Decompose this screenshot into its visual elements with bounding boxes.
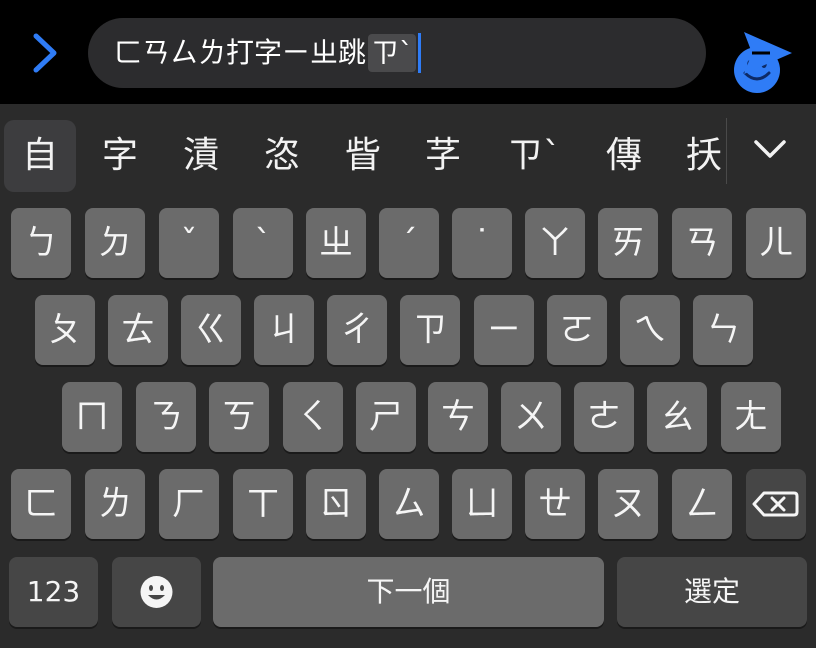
candidate-bar: 自 字 漬 恣 眥 芓 ㄗˋ 傳 扷 [0,104,816,200]
key[interactable]: ㄜ [574,382,634,452]
key[interactable]: ㄈ [11,469,71,539]
key[interactable]: ㄙ [379,469,439,539]
key[interactable]: ˊ [379,208,439,278]
backspace-icon [752,491,799,517]
chevron-down-icon [754,140,786,158]
next-space-key[interactable]: 下一個 [213,557,604,627]
key[interactable]: ㄘ [428,382,488,452]
key[interactable]: ㄉ [85,208,145,278]
numbers-key[interactable]: 123 [9,557,98,627]
candidate-item[interactable]: 漬 [165,120,237,192]
key[interactable]: ㄔ [327,295,387,365]
typed-text: ㄈㄢㄙㄌ打字ㄧㄓ跳 [114,36,367,69]
more-candidates-button[interactable] [748,132,792,168]
key[interactable]: ㄆ [35,295,95,365]
key[interactable]: ㄐ [254,295,314,365]
message-text-field[interactable]: ㄈㄢㄙㄌ打字ㄧㄓ跳 ㄗˋ [88,18,780,93]
key[interactable]: ㄤ [721,382,781,452]
key[interactable]: ㄝ [525,469,585,539]
key[interactable]: ㄨ [501,382,561,452]
key[interactable]: ㄞ [598,208,658,278]
key[interactable]: ㄠ [647,382,707,452]
candidate-item[interactable]: ㄗˋ [498,120,570,192]
candidate-item[interactable]: 自 [4,120,76,192]
key[interactable]: ㄥ [672,469,732,539]
composing-text: ㄗˋ [368,34,417,72]
key[interactable]: ㄧ [474,295,534,365]
key[interactable]: ㄌ [85,469,145,539]
zhuyin-keyboard: ㄅ ㄉ ˇ ˋ ㄓ ˊ ˙ ㄚ ㄞ ㄢ ㄦ ㄆ ㄊ ㄍ ㄐ ㄔ ㄗ ㄧ ㄛ ㄟ … [0,200,816,648]
typed-text-line: ㄈㄢㄙㄌ打字ㄧㄓ跳 ㄗˋ [114,33,422,73]
candidate-divider [726,118,727,184]
key[interactable]: ㄎ [209,382,269,452]
candidate-item[interactable]: 字 [84,120,156,192]
candidate-item[interactable]: 眥 [327,120,399,192]
key[interactable]: ㄦ [746,208,806,278]
key[interactable]: ㄇ [62,382,122,452]
key[interactable]: ㄚ [525,208,585,278]
candidate-item[interactable]: 傳 [588,120,660,192]
send-button[interactable] [740,28,796,78]
delete-key[interactable] [746,469,806,539]
candidate-item[interactable]: 芓 [407,120,479,192]
key[interactable]: ㄕ [356,382,416,452]
key[interactable]: ㄛ [547,295,607,365]
emoji-icon [140,576,173,608]
key[interactable]: ㄡ [598,469,658,539]
key[interactable]: ㄟ [620,295,680,365]
candidate-item[interactable]: 扷 [668,120,740,192]
message-input-bar: ㄈㄢㄙㄌ打字ㄧㄓ跳 ㄗˋ [0,0,816,104]
key[interactable]: ㄍ [181,295,241,365]
key[interactable]: ㄓ [306,208,366,278]
key[interactable]: ㄢ [672,208,732,278]
key[interactable]: ㄊ [108,295,168,365]
expand-button[interactable] [26,30,66,76]
key[interactable]: ˋ [233,208,293,278]
send-arrow-icon [744,32,792,74]
key[interactable]: ㄅ [11,208,71,278]
candidate-item[interactable]: 恣 [246,120,318,192]
chevron-right-icon [33,33,57,73]
key[interactable]: ㄗ [400,295,460,365]
key[interactable]: ˙ [452,208,512,278]
key[interactable]: ㄏ [159,469,219,539]
key[interactable]: ㄑ [283,382,343,452]
key[interactable]: ㄒ [233,469,293,539]
key[interactable]: ㄋ [136,382,196,452]
key[interactable]: ㄖ [306,469,366,539]
emoji-key[interactable] [112,557,201,627]
key[interactable]: ˇ [159,208,219,278]
text-caret [418,33,422,73]
key[interactable]: ㄣ [693,295,753,365]
key[interactable]: ㄩ [452,469,512,539]
confirm-key[interactable]: 選定 [617,557,807,627]
